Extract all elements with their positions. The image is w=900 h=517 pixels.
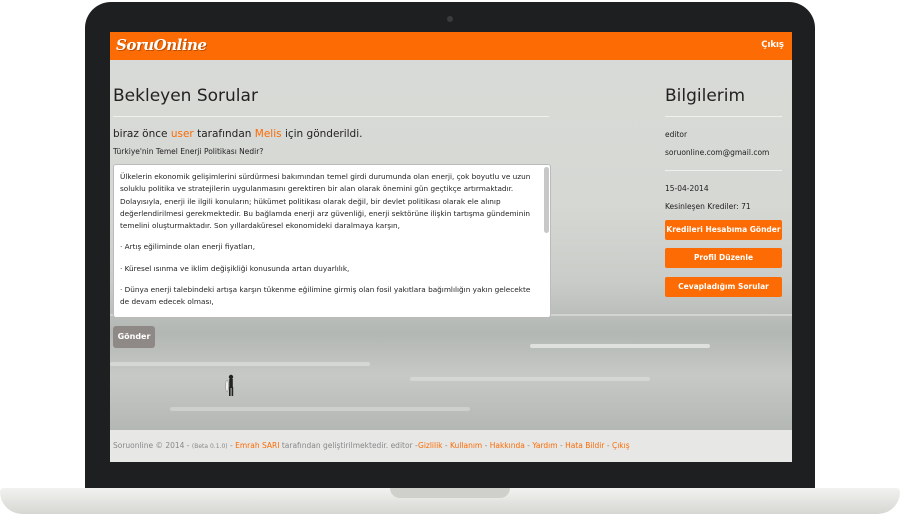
question-title: Türkiye'nin Temel Enerji Politikası Nedi…: [113, 147, 264, 156]
laptop-notch: [390, 488, 510, 498]
footer-beta: (Beta 0.1.0): [191, 443, 228, 450]
textarea-scrollbar[interactable]: [544, 167, 549, 233]
footer-link-terms[interactable]: Kullanım: [450, 441, 482, 450]
screen: SoruOnline Çıkış Bekleyen Sorular biraz …: [110, 32, 792, 462]
username-text: editor: [665, 130, 688, 139]
top-navbar: SoruOnline Çıkış: [110, 32, 792, 60]
wave-foam: [530, 344, 710, 348]
footer-text: Soruonline © 2014 - (Beta 0.1.0) - Emrah…: [113, 441, 630, 450]
sender-prefix: biraz önce: [113, 128, 168, 140]
wave-foam: [110, 362, 370, 366]
camera-icon: [447, 16, 453, 22]
answered-questions-button[interactable]: Cevapladığım Sorular: [665, 277, 782, 297]
footer-developed: tarafından geliştirilmektedir. editor -: [281, 441, 419, 450]
footer-link-report-bug[interactable]: Hata Bildir: [565, 441, 604, 450]
divider: [665, 170, 782, 171]
divider: [665, 116, 782, 117]
send-credits-button[interactable]: Kredileri Hesabıma Gönder: [665, 220, 782, 240]
footer-copyright: Soruonline © 2014 -: [113, 441, 190, 450]
sender-mid: tarafından: [197, 128, 252, 140]
answer-paragraph: Ülkelerin ekonomik gelişimlerini sürdürm…: [120, 172, 531, 231]
footer-separator: -: [557, 441, 566, 450]
footer-separator: -: [442, 441, 451, 450]
logout-link[interactable]: Çıkış: [761, 40, 784, 50]
edit-profile-button[interactable]: Profil Düzenle: [665, 248, 782, 268]
answer-textarea[interactable]: Ülkelerin ekonomik gelişimlerini sürdürm…: [113, 164, 551, 318]
page-title: Bekleyen Sorular: [113, 86, 258, 106]
footer-link-privacy[interactable]: Gizlilik: [418, 441, 443, 450]
answer-paragraph: · Dünya enerji talebindeki artışa karşın…: [120, 285, 531, 307]
sender-line: biraz önce user tarafından Melis için gö…: [113, 128, 362, 140]
answer-paragraph: · Artış eğiliminde olan enerji fiyatları…: [120, 242, 256, 252]
date-text: 15-04-2014: [665, 184, 709, 193]
footer-link-about[interactable]: Hakkında: [490, 441, 525, 450]
brand-logo[interactable]: SoruOnline: [116, 36, 207, 54]
footer-link-help[interactable]: Yardım: [532, 441, 557, 450]
divider: [113, 116, 549, 117]
footer-dash: -: [230, 441, 233, 450]
footer: Soruonline © 2014 - (Beta 0.1.0) - Emrah…: [110, 430, 792, 462]
wave-foam: [170, 407, 470, 411]
sender-target-link[interactable]: Melis: [255, 128, 282, 140]
sender-user-link[interactable]: user: [171, 128, 194, 140]
wave-foam: [410, 377, 650, 381]
footer-author-link[interactable]: Emrah SARI: [235, 441, 279, 450]
credits-text: Kesinleşen Krediler: 71: [665, 202, 751, 211]
answer-paragraph: · Küresel ısınma ve iklim değişikliği ko…: [120, 263, 350, 273]
sidebar-title: Bilgilerim: [665, 86, 746, 106]
email-text: soruonline.com@gmail.com: [665, 148, 770, 157]
send-button[interactable]: Gönder: [113, 326, 155, 348]
surfer-image: [225, 374, 234, 396]
footer-link-logout[interactable]: Çıkış: [612, 441, 630, 450]
footer-separator: -: [482, 441, 490, 450]
sender-suffix: için gönderildi.: [284, 128, 363, 140]
footer-separator: -: [604, 441, 612, 450]
